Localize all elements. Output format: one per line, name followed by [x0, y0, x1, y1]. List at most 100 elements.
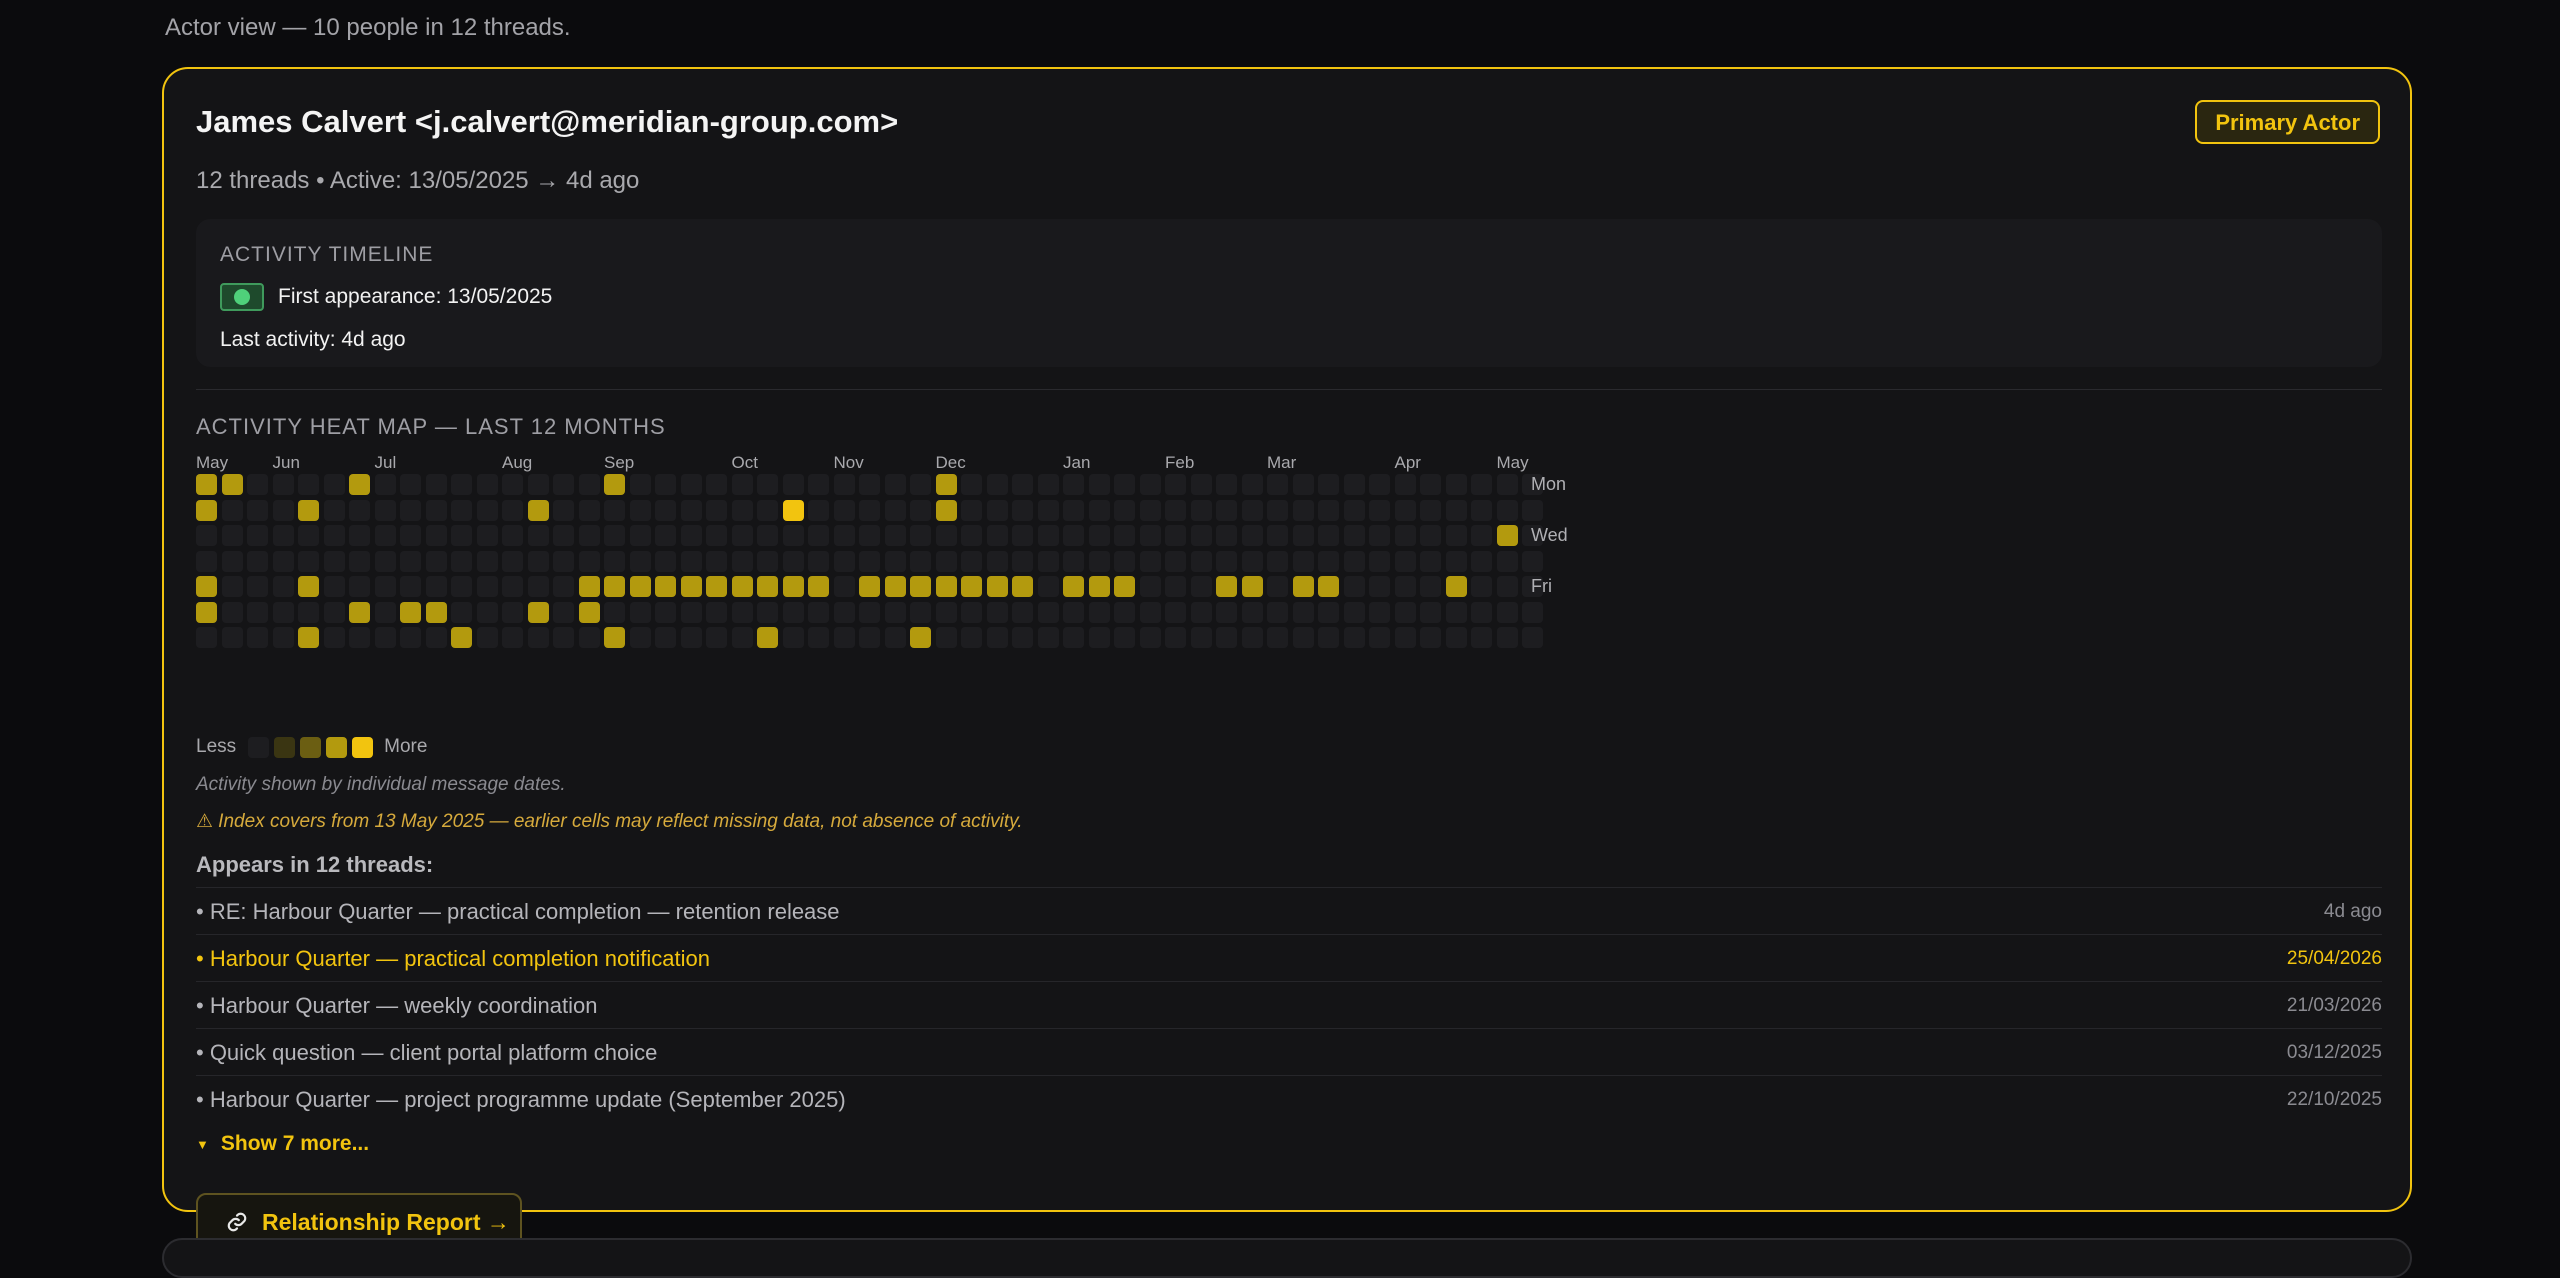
- heatmap-cell: [1139, 627, 1161, 648]
- heatmap-cell: [578, 576, 600, 597]
- first-appearance-text: First appearance: 13/05/2025: [278, 285, 553, 308]
- heatmap-cell: [910, 627, 931, 648]
- heatmap-cell: [655, 576, 676, 597]
- triangle-down-icon: ▼: [196, 1136, 209, 1152]
- heatmap-cell: [1292, 550, 1314, 572]
- heatmap-cell: [578, 627, 600, 648]
- heatmap-cell: [935, 576, 957, 597]
- thread-row[interactable]: • Harbour Quarter — practical completion…: [196, 934, 2382, 981]
- heatmap-cell: [1241, 499, 1263, 521]
- heatmap-cell: [272, 525, 294, 546]
- heatmap-cell: [1292, 525, 1314, 546]
- heatmap-cell: [859, 576, 880, 597]
- heatmap-cell: [808, 576, 829, 597]
- heatmap-cell: [1063, 499, 1084, 521]
- heatmap-cell: [400, 525, 421, 546]
- heatmap-cell: [196, 601, 217, 623]
- thread-row[interactable]: • Quick question — client portal platfor…: [196, 1028, 2382, 1075]
- heatmap-cell: [1318, 627, 1339, 648]
- heatmap-cell: [502, 627, 523, 648]
- heatmap-cell: [1522, 550, 1543, 572]
- heatmap-cell: [578, 601, 600, 623]
- thread-title: • Harbour Quarter — project programme up…: [196, 1087, 846, 1112]
- show-more-toggle[interactable]: ▼ Show 7 more...: [196, 1132, 369, 1156]
- page-subtitle: Actor view — 10 people in 12 threads.: [165, 14, 571, 41]
- heatmap-cell: [298, 550, 319, 572]
- heatmap-cell: [425, 474, 447, 495]
- heatmap-cell: [502, 550, 523, 572]
- thread-row[interactable]: • RE: Harbour Quarter — practical comple…: [196, 887, 2382, 934]
- heatmap-cell: [1012, 525, 1033, 546]
- heatmap-cell: [1063, 525, 1084, 546]
- heatmap-cell: [986, 627, 1008, 648]
- heatmap-cell: [553, 601, 574, 623]
- heatmap-cell: [1216, 525, 1237, 546]
- heatmap-cell: [349, 550, 370, 572]
- heatmap-cell: [833, 474, 855, 495]
- heatmap-month-label: Apr: [1394, 453, 1421, 472]
- heatmap-cell: [1190, 601, 1212, 623]
- heatmap-cell: [527, 499, 549, 521]
- thread-row[interactable]: • Harbour Quarter — project programme up…: [196, 1075, 2382, 1122]
- activity-heatmap: May Jun Jul Aug Sep Oct Nov Dec Jan Feb Mar Apr May …: [196, 453, 1636, 723]
- heatmap-cell: [196, 576, 217, 597]
- heatmap-cell: [349, 576, 370, 597]
- legend-swatch-4: [352, 736, 374, 758]
- heatmap-cell: [1114, 601, 1135, 623]
- heatmap-cell: [451, 550, 472, 572]
- heatmap-cell: [1139, 576, 1161, 597]
- heatmap-cell: [986, 601, 1008, 623]
- actor-name: James Calvert <j.calvert@meridian-group.…: [196, 104, 899, 139]
- heatmap-cell: [808, 627, 829, 648]
- legend-swatch-1: [274, 736, 296, 758]
- heatmap-cell: [706, 474, 727, 495]
- heatmap-cell: [247, 601, 268, 623]
- heatmap-cell: [680, 550, 702, 572]
- heatmap-cell: [655, 474, 676, 495]
- heatmap-cell: [782, 499, 804, 521]
- heatmap-cell: [986, 499, 1008, 521]
- heatmap-cell: [374, 499, 396, 521]
- thread-row[interactable]: • Harbour Quarter — weekly coordination 2…: [196, 981, 2382, 1028]
- heatmap-cell: [680, 525, 702, 546]
- heatmap-cell: [553, 474, 574, 495]
- heatmap-cell: [910, 550, 931, 572]
- heatmap-cell: [1267, 627, 1288, 648]
- heatmap-cell: [1292, 627, 1314, 648]
- heatmap-cell: [1037, 576, 1059, 597]
- heatmap-cell: [1241, 550, 1263, 572]
- heatmap-cell: [1343, 550, 1365, 572]
- heatmap-cell: [1190, 474, 1212, 495]
- show-more-label: Show 7 more...: [220, 1132, 370, 1155]
- heatmap-month-label: Mar: [1267, 453, 1297, 472]
- heatmap-cell: [1037, 550, 1059, 572]
- heatmap-cell: [1420, 525, 1441, 546]
- heatmap-cell: [451, 627, 472, 648]
- heatmap-cell: [1114, 576, 1135, 597]
- heatmap-cell: [527, 576, 549, 597]
- heatmap-cell: [1394, 627, 1416, 648]
- timeline-title: ACTIVITY TIMELINE: [220, 243, 434, 266]
- heatmap-cell: [272, 474, 294, 495]
- threads-heading: Appears in 12 threads:: [196, 852, 434, 877]
- heatmap-cell: [782, 576, 804, 597]
- heatmap-cell: [884, 601, 906, 623]
- green-dot-icon: [234, 289, 250, 305]
- heatmap-cell: [1369, 499, 1390, 521]
- heatmap-cell: [272, 576, 294, 597]
- heatmap-cell: [935, 550, 957, 572]
- heatmap-cell: [1471, 525, 1492, 546]
- heatmap-cell: [553, 525, 574, 546]
- heatmap-cell: [1343, 474, 1365, 495]
- heatmap-cell: [1445, 474, 1467, 495]
- heatmap-cell: [1267, 499, 1288, 521]
- section-divider: [196, 389, 2382, 390]
- heatmap-cell: [808, 499, 829, 521]
- heatmap-cell: [1114, 499, 1135, 521]
- heatmap-cell: [400, 601, 421, 623]
- heatmap-cell: [1063, 474, 1084, 495]
- heatmap-cell: [910, 499, 931, 521]
- heatmap-cell: [451, 576, 472, 597]
- heatmap-cell: [986, 525, 1008, 546]
- heatmap-cell: [323, 627, 345, 648]
